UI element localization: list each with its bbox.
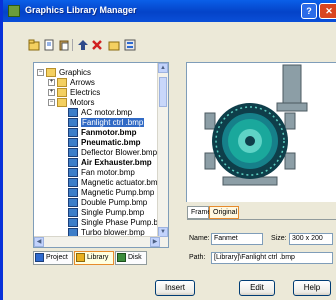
folder-icon xyxy=(57,98,67,108)
close-button[interactable]: ✕ xyxy=(319,3,336,19)
tree-item-label: Deflector Blower.bmp xyxy=(81,148,158,157)
import-icon[interactable] xyxy=(76,38,90,52)
source-tabs: Project Library Disk xyxy=(33,251,169,266)
help-button[interactable]: Help xyxy=(293,280,331,296)
tree-item-label: Motors xyxy=(70,98,95,107)
insert-button[interactable]: Insert xyxy=(155,280,195,296)
toolbar-separator xyxy=(72,39,73,51)
scroll-thumb[interactable] xyxy=(159,77,167,107)
library-icon xyxy=(76,252,85,262)
tree-item-label: Air Exhauster.bmp xyxy=(81,158,152,167)
tree-item-label: Magnetic Pump.bmp xyxy=(81,188,155,197)
paste-icon[interactable] xyxy=(57,38,71,52)
title-bar[interactable]: Graphics Library Manager ? ✕ xyxy=(3,0,336,22)
tree-item-label: Electrics xyxy=(70,88,101,97)
tree-vertical-scrollbar[interactable]: ▲ ▼ xyxy=(157,63,168,247)
expander-icon[interactable]: + xyxy=(48,79,55,87)
tree-item-label: Arrows xyxy=(70,78,95,87)
tab-original[interactable]: Original xyxy=(209,206,239,219)
name-field[interactable]: Fanmet xyxy=(211,233,263,245)
tree-horizontal-scrollbar[interactable]: ◀ ▶ xyxy=(34,236,160,247)
tree-item-label: Fanmotor.bmp xyxy=(81,128,137,137)
size-field: 300 x 200 xyxy=(289,233,333,245)
library-tree[interactable]: − Graphics + Arrows + Electrics − Motors AC moto… xyxy=(33,62,169,248)
tree-item-label: Fanlight ctrl .bmp xyxy=(81,118,145,127)
tree-item-label: Pneumatic.bmp xyxy=(81,138,141,147)
edit-button[interactable]: Edit xyxy=(239,280,275,296)
expander-icon[interactable]: + xyxy=(48,89,55,97)
scroll-right-button[interactable]: ▶ xyxy=(150,237,160,247)
scroll-up-button[interactable]: ▲ xyxy=(158,63,168,73)
tree-item-label: Double Pump.bmp xyxy=(81,198,148,207)
delete-icon[interactable] xyxy=(90,38,104,52)
tree-item-label: Fan motor.bmp xyxy=(81,168,135,177)
tree-item-label: Single Pump.bmp xyxy=(81,208,145,217)
project-icon xyxy=(35,252,44,262)
size-label: Size: xyxy=(271,235,287,242)
new-folder-icon[interactable] xyxy=(27,38,41,52)
folder-icon[interactable] xyxy=(107,38,121,52)
path-field: [Library]\Fanlight ctrl .bmp xyxy=(211,252,333,264)
tree-item-label: AC motor.bmp xyxy=(81,108,133,117)
tab-library[interactable]: Library xyxy=(74,251,114,265)
tab-project[interactable]: Project xyxy=(33,251,73,265)
disk-icon xyxy=(117,252,126,262)
name-label: Name: xyxy=(189,235,210,242)
graphic-preview xyxy=(186,62,336,202)
tree-item-label: Graphics xyxy=(59,68,92,77)
tab-disk[interactable]: Disk xyxy=(115,251,147,265)
tab-frame[interactable]: Frame xyxy=(187,206,211,219)
tree-item-label: Single Phase Pump.bmp xyxy=(81,218,169,227)
motor-graphic xyxy=(204,64,308,186)
open-icon[interactable] xyxy=(42,38,56,52)
window-title: Graphics Library Manager xyxy=(25,5,137,15)
scroll-left-button[interactable]: ◀ xyxy=(34,237,44,247)
properties-icon[interactable] xyxy=(123,38,137,52)
tree-item-label: Magnetic actuator.bmp xyxy=(81,178,162,187)
expander-icon[interactable]: − xyxy=(48,99,55,107)
tab-divider xyxy=(187,219,336,220)
app-icon xyxy=(8,5,20,17)
path-label: Path: xyxy=(189,254,206,261)
graphics-library-window: Graphics Library Manager ? ✕ − Graphics + A… xyxy=(0,0,336,300)
help-caption-button[interactable]: ? xyxy=(301,3,317,19)
expander-icon[interactable]: − xyxy=(37,69,44,77)
